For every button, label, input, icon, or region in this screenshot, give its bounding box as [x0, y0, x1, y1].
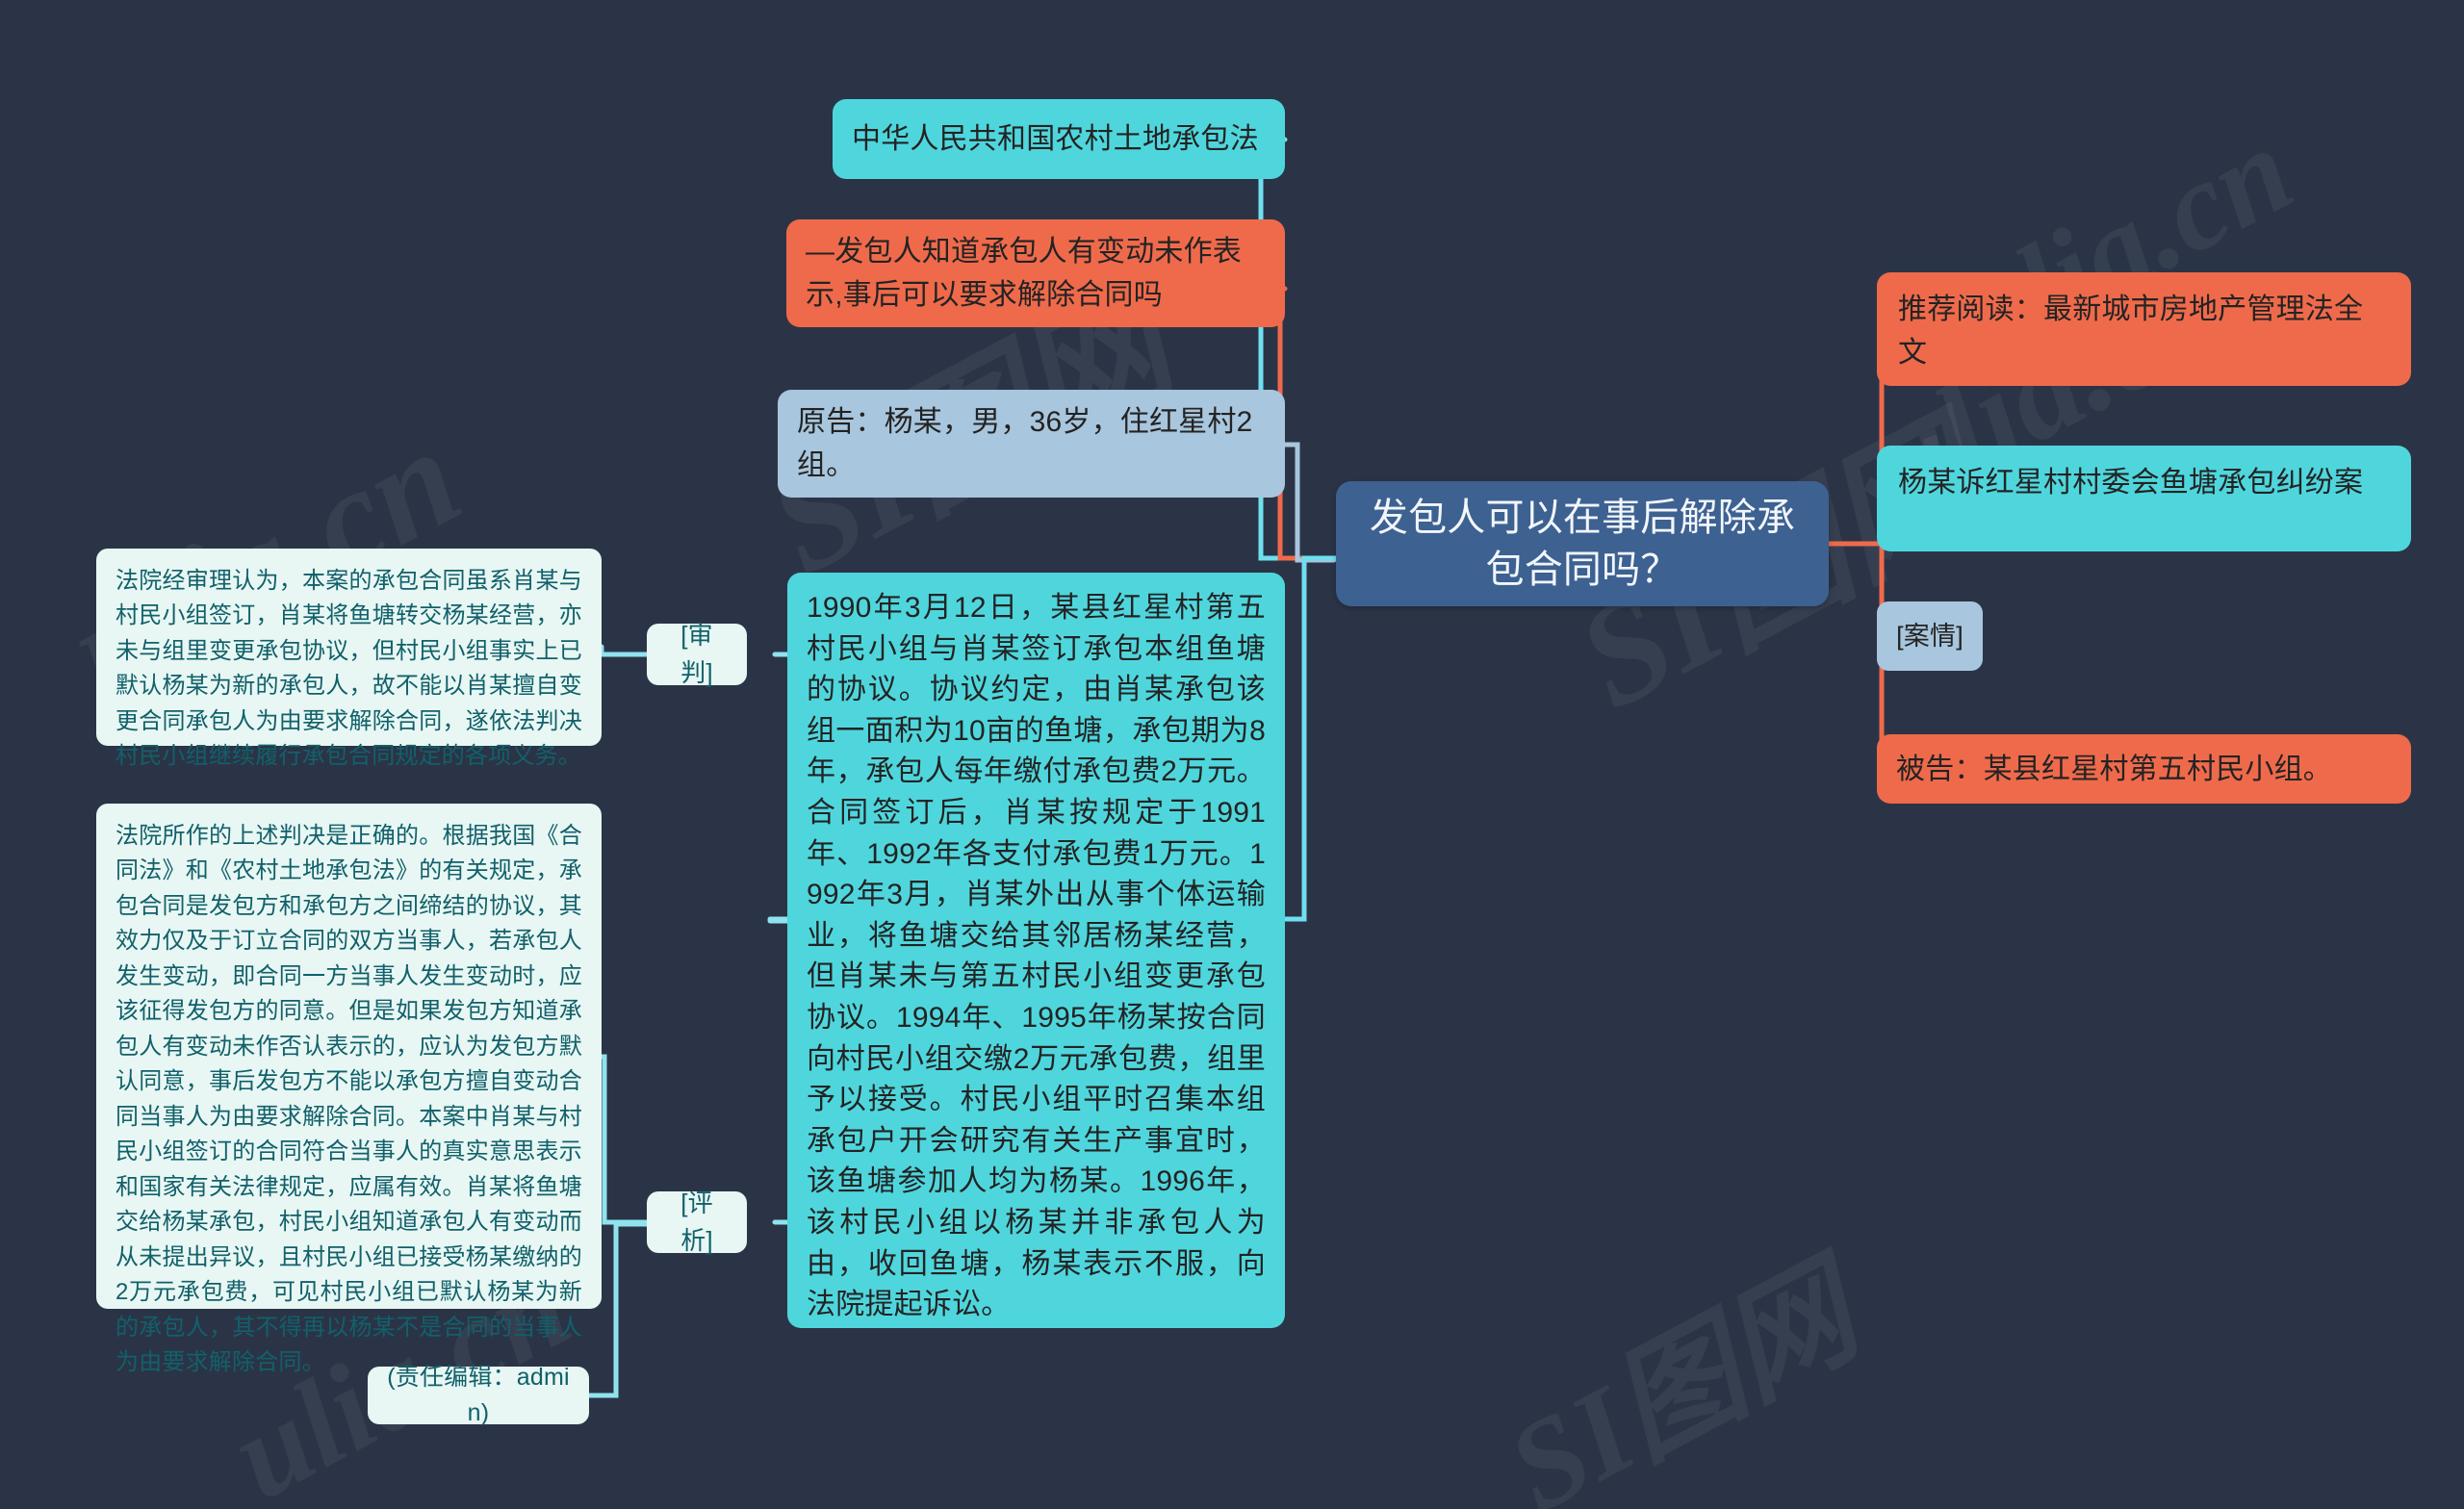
node-recommend[interactable]: 推荐阅读：最新城市房地产管理法全文 [1877, 272, 2411, 386]
center-topic-node[interactable]: 发包人可以在事后解除承包合同吗？ [1336, 481, 1829, 606]
node-trial-label[interactable]: [审判] [647, 621, 747, 687]
node-comment-label-text: [评析] [680, 1189, 713, 1255]
node-case-title-label: 杨某诉红星村村委会鱼塘承包纠纷案 [1898, 467, 2364, 499]
node-defendant[interactable]: 被告：某县红星村第五村民小组。 [1877, 734, 2411, 804]
node-law-name-label: 中华人民共和国农村土地承包法 [852, 123, 1259, 155]
node-question[interactable]: —发包人知道承包人有变动未作表示,事后可以要求解除合同吗 [786, 219, 1285, 327]
center-topic-label: 发包人可以在事后解除承包合同吗？ [1369, 497, 1796, 591]
node-editor-label: (责任编辑：admin) [387, 1363, 570, 1427]
node-law-name[interactable]: 中华人民共和国农村土地承包法 [833, 99, 1285, 179]
node-case-facts[interactable]: 1990年3月12日，某县红星村第五村民小组与肖某签订承包本组鱼塘的协议。协议约… [787, 573, 1285, 1328]
node-trial-label-text: [审判] [680, 621, 713, 687]
node-plaintiff[interactable]: 原告：杨某，男，36岁，住红星村2组。 [778, 390, 1285, 498]
watermark-6: SI图网 [1486, 1243, 1878, 1509]
node-case-title[interactable]: 杨某诉红星村村委会鱼塘承包纠纷案 [1877, 446, 2411, 551]
node-case-label-text: [案情] [1896, 621, 1964, 651]
mindmap-canvas: SI图网 ulia.cn SI图网 ulia.cn ulia.cn SI图网 u… [0, 0, 2464, 1509]
node-comment-text[interactable]: 法院所作的上述判决是正确的。根据我国《合同法》和《农村土地承包法》的有关规定，承… [96, 804, 602, 1375]
node-case-label[interactable]: [案情] [1877, 601, 1983, 671]
node-defendant-label: 被告：某县红星村第五村民小组。 [1896, 753, 2332, 785]
node-case-facts-label: 1990年3月12日，某县红星村第五村民小组与肖某签订承包本组鱼塘的协议。协议约… [807, 592, 1266, 1321]
node-trial-text-label: 法院经审理认为，本案的承包合同虽系肖某与村民小组签订，肖某将鱼塘转交杨某经营，亦… [116, 568, 582, 770]
node-plaintiff-label: 原告：杨某，男，36岁，住红星村2组。 [797, 406, 1253, 481]
node-recommend-label: 推荐阅读：最新城市房地产管理法全文 [1898, 294, 2364, 369]
node-question-label: —发包人知道承包人有变动未作表示,事后可以要求解除合同吗 [806, 236, 1242, 311]
node-comment-text-label: 法院所作的上述判决是正确的。根据我国《合同法》和《农村土地承包法》的有关规定，承… [116, 823, 582, 1376]
node-trial-text[interactable]: 法院经审理认为，本案的承包合同虽系肖某与村民小组签订，肖某将鱼塘转交杨某经营，亦… [96, 549, 602, 769]
node-comment-label[interactable]: [评析] [647, 1189, 747, 1255]
node-editor[interactable]: (责任编辑：admin) [368, 1364, 589, 1426]
